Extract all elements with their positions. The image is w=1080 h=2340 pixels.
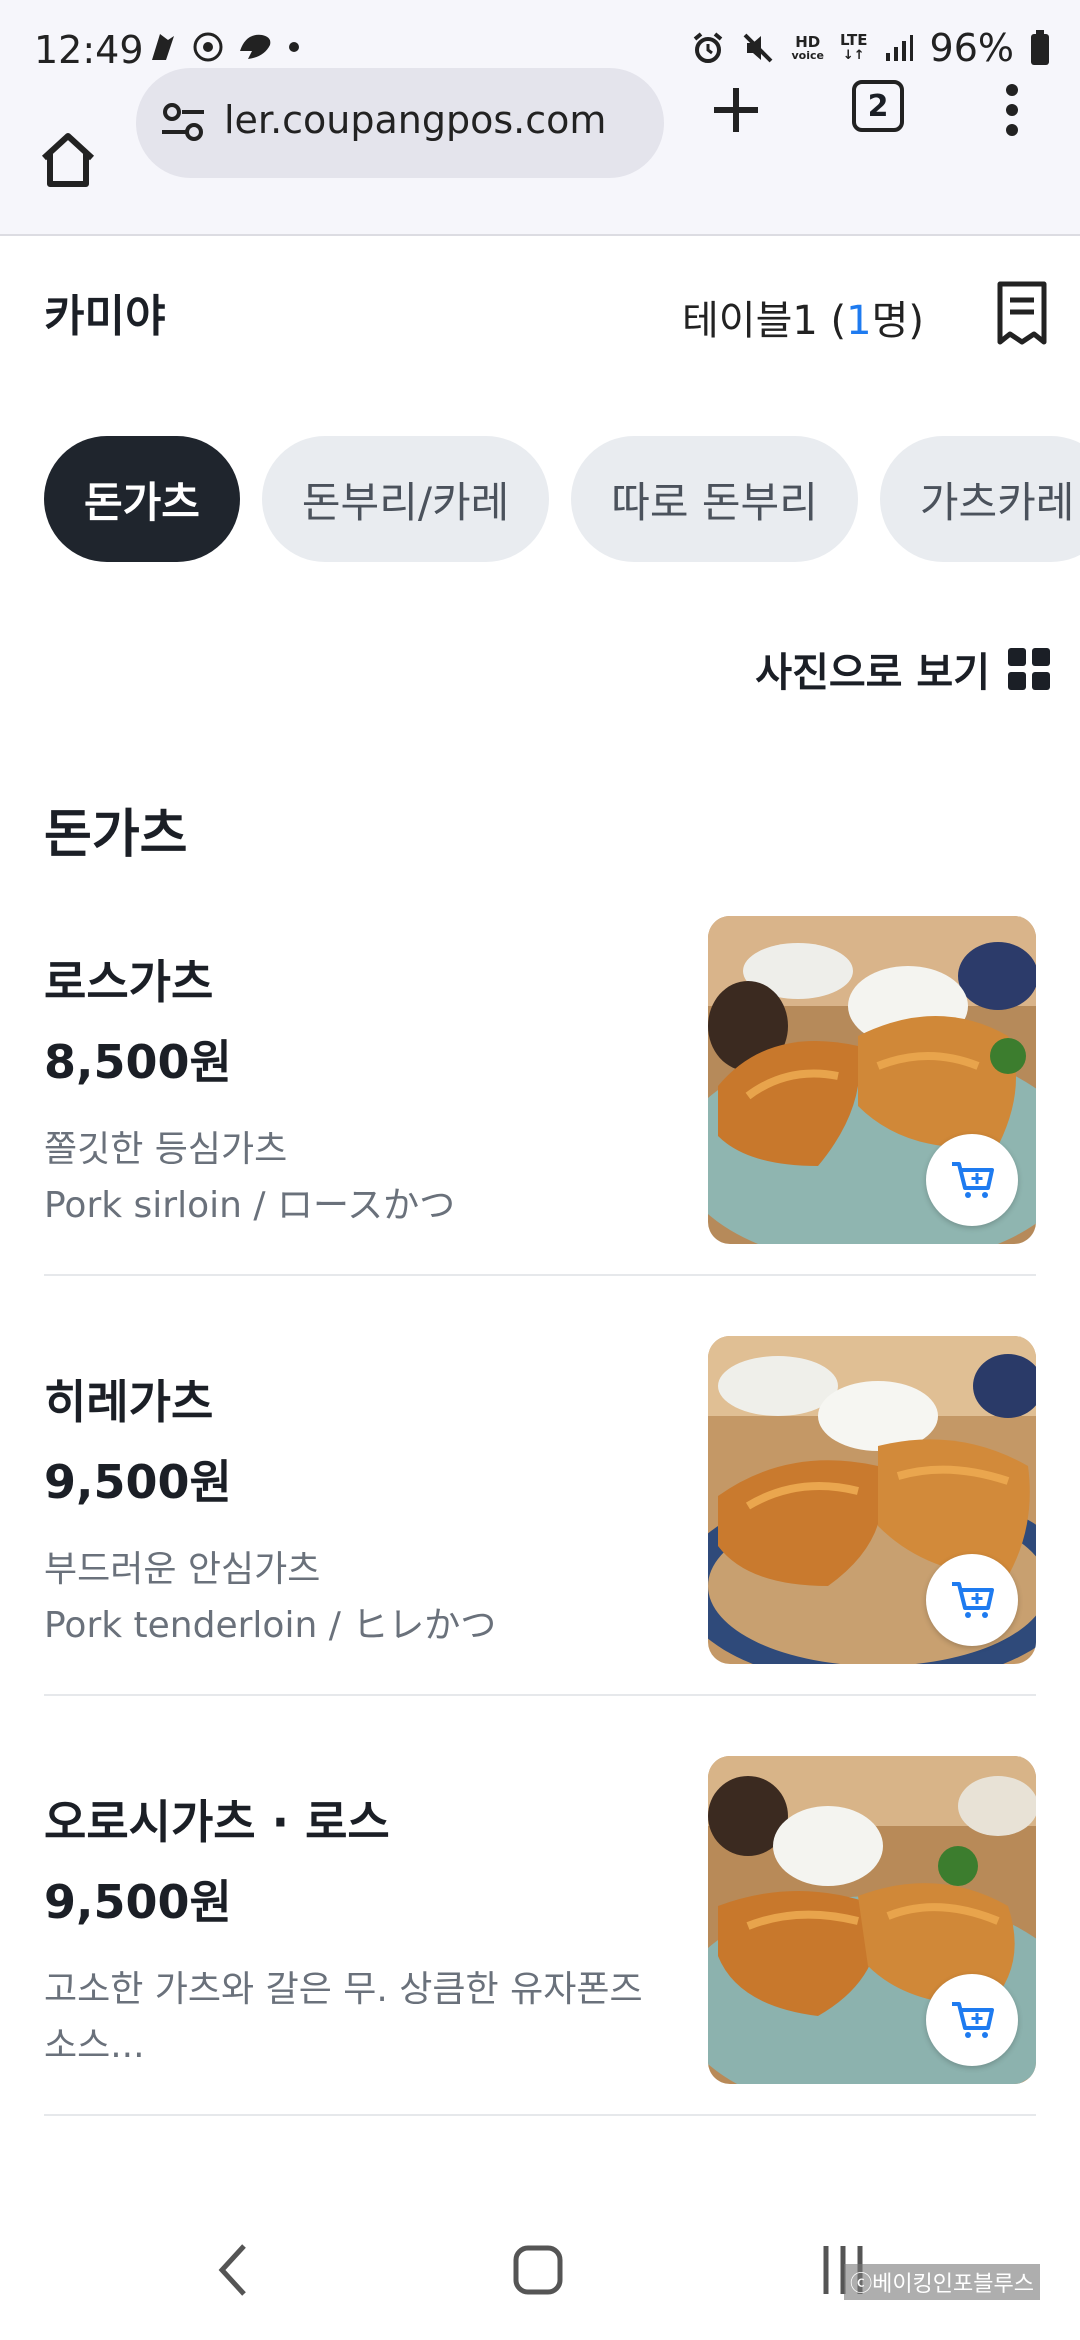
category-tab-tonkatsu[interactable]: 돈가츠 bbox=[44, 436, 240, 562]
lte-indicator: LTE ↓↑ bbox=[840, 32, 868, 64]
item-name: 히레가츠 bbox=[44, 1375, 214, 1429]
table-suffix: 명) bbox=[871, 298, 924, 344]
voice-label: voice bbox=[791, 49, 824, 62]
notification-icons bbox=[148, 30, 300, 64]
more-menu-icon[interactable] bbox=[992, 80, 1032, 140]
item-desc-line1: 쫄깃한 등심가츠 bbox=[44, 1129, 288, 1170]
dot-indicator-icon bbox=[289, 42, 299, 52]
cart-icon bbox=[952, 2002, 994, 2038]
lte-label: LTE bbox=[839, 31, 868, 49]
url-text[interactable]: ler.coupangpos.com bbox=[224, 98, 644, 142]
home-nav-icon[interactable] bbox=[512, 2244, 564, 2296]
item-name: 로스가츠 bbox=[44, 955, 214, 1009]
new-tab-icon[interactable] bbox=[706, 80, 766, 140]
item-description: 고소한 가츠와 갈은 무. 상큼한 유자폰즈 소스... bbox=[44, 1962, 684, 2074]
menu-item[interactable]: 로스가츠 8,500원 쫄깃한 등심가츠 Pork sirloin / ロースか… bbox=[44, 916, 1036, 1276]
cart-icon bbox=[952, 1162, 994, 1198]
item-desc-line2: 소스... bbox=[44, 2025, 145, 2066]
signal-icon bbox=[885, 35, 913, 61]
photo-view-toggle[interactable]: 사진으로 보기 bbox=[755, 640, 1050, 698]
item-description: 쫄깃한 등심가츠 Pork sirloin / ロースかつ bbox=[44, 1122, 684, 1234]
item-desc-line2: Pork sirloin / ロースかつ bbox=[44, 1185, 456, 1226]
item-desc-line2: Pork tenderloin / ヒレかつ bbox=[44, 1605, 497, 1646]
item-desc-line1: 부드러운 안심가츠 bbox=[44, 1549, 321, 1590]
tab-count: 2 bbox=[867, 88, 889, 124]
store-name: 카미야 bbox=[44, 291, 166, 342]
circle-app-icon bbox=[193, 32, 223, 62]
browser-toolbar: ler.coupangpos.com 2 bbox=[0, 68, 1080, 236]
grid-icon bbox=[1008, 648, 1050, 690]
system-nav-bar: ⓒ베이킹인포블루스 bbox=[0, 2200, 1080, 2340]
cart-icon bbox=[952, 1582, 994, 1618]
app-notification-icon bbox=[152, 34, 174, 60]
food-photo[interactable] bbox=[708, 1336, 1036, 1664]
hd-label: HD bbox=[795, 33, 821, 51]
site-settings-icon[interactable] bbox=[158, 96, 210, 148]
add-to-cart-button[interactable] bbox=[926, 1974, 1018, 2066]
photo-view-label: 사진으로 보기 bbox=[755, 650, 990, 696]
address-bar[interactable]: ler.coupangpos.com bbox=[136, 68, 664, 178]
category-tab-katsu-curry[interactable]: 가츠카레 bbox=[879, 436, 1080, 562]
watermark-text: ⓒ베이킹인포블루스 bbox=[844, 2264, 1040, 2300]
food-photo[interactable] bbox=[708, 916, 1036, 1244]
bird-app-icon bbox=[240, 34, 271, 59]
item-price: 9,500원 bbox=[44, 1875, 232, 1929]
receipt-icon[interactable] bbox=[994, 280, 1050, 346]
item-description: 부드러운 안심가츠 Pork tenderloin / ヒレかつ bbox=[44, 1542, 684, 1654]
battery-percent: 96% bbox=[929, 26, 1014, 70]
status-time: 12:49 bbox=[34, 28, 144, 72]
alarm-icon bbox=[694, 32, 723, 63]
table-prefix: 테이블1 ( bbox=[681, 298, 847, 344]
back-icon[interactable] bbox=[214, 2240, 254, 2300]
item-desc-line1: 고소한 가츠와 갈은 무. 상큼한 유자폰즈 bbox=[44, 1969, 643, 2010]
menu-item[interactable]: 오로시가츠 · 로스 9,500원 고소한 가츠와 갈은 무. 상큼한 유자폰즈… bbox=[44, 1756, 1036, 2116]
add-to-cart-button[interactable] bbox=[926, 1554, 1018, 1646]
battery-icon bbox=[1031, 30, 1049, 65]
section-title: 돈가츠 bbox=[44, 805, 188, 865]
food-photo[interactable] bbox=[708, 1756, 1036, 2084]
app-header: 카미야 테이블1 (1명) bbox=[0, 236, 1080, 386]
mute-icon bbox=[744, 33, 773, 63]
item-price: 9,500원 bbox=[44, 1455, 232, 1509]
item-name: 오로시가츠 · 로스 bbox=[44, 1795, 390, 1849]
hd-voice-indicator: HD voice bbox=[791, 34, 823, 62]
system-status: HD voice LTE ↓↑ 96% bbox=[691, 26, 1050, 70]
item-price: 8,500원 bbox=[44, 1035, 232, 1089]
menu-item[interactable]: 히레가츠 9,500원 부드러운 안심가츠 Pork tenderloin / … bbox=[44, 1336, 1036, 1696]
table-guest-count: 1 bbox=[846, 298, 872, 344]
category-tabs: 돈가츠 돈부리/카레 따로 돈부리 가츠카레 bbox=[44, 436, 1080, 562]
category-tab-donburi-curry[interactable]: 돈부리/카레 bbox=[261, 436, 550, 562]
tab-switcher-button[interactable]: 2 bbox=[852, 80, 904, 132]
data-arrows-icon: ↓↑ bbox=[842, 48, 865, 63]
table-info[interactable]: 테이블1 (1명) bbox=[682, 288, 924, 346]
home-icon[interactable] bbox=[36, 128, 100, 192]
category-tab-separate-donburi[interactable]: 따로 돈부리 bbox=[571, 436, 858, 562]
add-to-cart-button[interactable] bbox=[926, 1134, 1018, 1226]
